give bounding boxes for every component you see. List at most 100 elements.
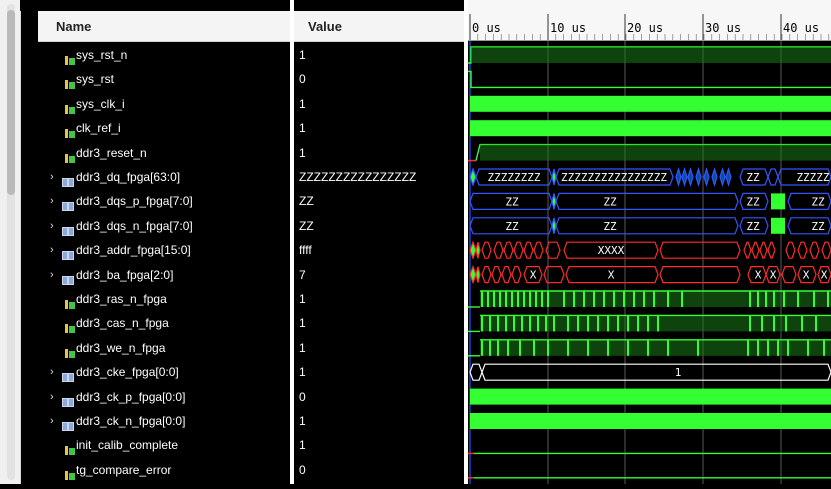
signal-name: ddr3_we_n_fpga <box>76 340 166 355</box>
bus-segment <box>469 240 477 260</box>
signal-name-row[interactable]: ddr3_ras_n_fpga <box>38 287 290 311</box>
ruler-label: 0 us <box>472 21 501 35</box>
bus-signal-icon <box>62 392 75 407</box>
bus-value-label: ZZ <box>746 220 760 233</box>
bus-value-label: X <box>608 269 615 282</box>
signal-name: ddr3_ck_p_fpga[0:0] <box>76 389 186 404</box>
expand-chevron-icon[interactable]: › <box>50 165 60 189</box>
signal-value: 1 <box>299 316 306 331</box>
value-column-header[interactable]: Value <box>294 11 464 42</box>
bus-segment <box>501 266 512 284</box>
bus-segment <box>493 241 504 259</box>
signal-name: ddr3_dqs_p_fpga[7:0] <box>76 194 193 209</box>
bus-value-label: XXXX <box>598 244 625 257</box>
bus-segment <box>481 266 492 284</box>
dqs-burst <box>771 217 785 234</box>
signal-value: 1 <box>299 414 306 428</box>
bus-value-label: X <box>803 269 810 282</box>
bus-segment <box>767 168 779 186</box>
bus-signal-icon <box>62 221 75 236</box>
signal-name-row[interactable]: sys_rst <box>38 67 290 91</box>
bus-segment <box>809 241 820 259</box>
bus-value-label: ZZ <box>746 171 760 184</box>
signal-name-row[interactable]: › ddr3_dqs_n_fpga[7:0] <box>38 214 290 238</box>
signal-name-row[interactable]: › ddr3_cke_fpga[0:0] <box>38 360 290 384</box>
signal-name-row[interactable]: tg_compare_error <box>38 458 290 482</box>
expand-chevron-icon[interactable]: › <box>50 385 60 409</box>
bus-segment <box>821 241 831 259</box>
waveform-panel[interactable]: 0 us 10 us 20 us 30 us 40 us ZZZZZZZZ ZZZZZZZZ… <box>468 0 831 484</box>
signal-value: ZZ <box>299 218 314 233</box>
bus-segment <box>767 241 776 259</box>
name-column-header[interactable]: Name <box>38 11 290 42</box>
bus-segment <box>523 241 534 259</box>
bus-segment <box>481 241 492 259</box>
ruler-label: 10 us <box>550 21 586 35</box>
signal-value: 0 <box>299 462 306 477</box>
signal-name-row[interactable]: › ddr3_ck_n_fpga[0:0] <box>38 409 290 433</box>
bus-segment <box>703 166 710 188</box>
bus-segment <box>751 241 760 259</box>
signal-name: init_calib_complete <box>76 438 179 453</box>
signal-name-row[interactable]: clk_ref_i <box>38 116 290 140</box>
signal-name-row[interactable]: › ddr3_dq_fpga[63:0] <box>38 165 290 189</box>
signal-value: 1 <box>299 96 306 111</box>
expand-chevron-icon[interactable]: › <box>50 238 60 262</box>
signal-name-row[interactable]: › ddr3_dqs_p_fpga[7:0] <box>38 189 290 213</box>
bus-value-label: ZZ <box>811 195 825 208</box>
bus-segment <box>469 167 477 187</box>
signal-name-row[interactable]: ddr3_we_n_fpga <box>38 336 290 360</box>
expand-chevron-icon[interactable]: › <box>50 263 60 287</box>
bus-segment <box>659 241 741 259</box>
bus-value-label: ZZ <box>603 220 617 233</box>
signal-name-row[interactable]: ddr3_reset_n <box>38 141 290 165</box>
bus-segment <box>475 266 481 283</box>
strobe-fill <box>480 291 831 307</box>
signal-value: 1 <box>299 292 306 306</box>
signal-value: 1 <box>299 365 306 380</box>
signal-value: 1 <box>299 121 306 136</box>
expand-chevron-icon[interactable]: › <box>50 360 60 384</box>
expand-chevron-icon[interactable]: › <box>50 214 60 238</box>
bus-segment <box>719 166 726 188</box>
expand-chevron-icon[interactable]: › <box>50 409 60 433</box>
signal-name: ddr3_ras_n_fpga <box>76 292 167 306</box>
signal-name: ddr3_reset_n <box>76 145 147 160</box>
signal-name: sys_rst_n <box>76 48 128 62</box>
bus-segment <box>687 166 694 188</box>
bus-segment <box>475 242 481 259</box>
signal-name-row[interactable]: ddr3_cas_n_fpga <box>38 311 290 335</box>
signal-name-row[interactable]: › ddr3_addr_fpga[15:0] <box>38 238 290 262</box>
bus-value-label: X <box>770 269 777 282</box>
strobe-fill <box>480 315 831 332</box>
wave-sys-rst <box>468 70 831 89</box>
bus-signal-icon <box>62 172 75 187</box>
bus-value-label: ZZ <box>811 220 825 233</box>
vertical-scrollbar-thumb[interactable] <box>7 10 15 195</box>
bus-segment <box>759 241 768 259</box>
signal-value: ZZZZZZZZZZZZZZZZ <box>299 170 417 184</box>
bus-segment <box>469 264 477 285</box>
bus-segment <box>555 217 739 235</box>
wave-ck-band <box>470 388 831 405</box>
signal-name: ddr3_ck_n_fpga[0:0] <box>76 414 186 428</box>
expand-chevron-icon[interactable]: › <box>50 189 60 213</box>
signal-name-row[interactable]: › ddr3_ba_fpga[2:0] <box>38 263 290 287</box>
bus-segment <box>491 266 502 284</box>
waveform-canvas[interactable]: 0 us 10 us 20 us 30 us 40 usZZZZZZZZ ZZZZZZZZ… <box>468 0 831 484</box>
bus-segment <box>785 241 796 259</box>
signal-name-row[interactable]: init_calib_complete <box>38 433 290 457</box>
signal-name-row[interactable]: sys_rst_n <box>38 43 290 67</box>
signal-name: ddr3_ba_fpga[2:0] <box>76 267 174 282</box>
bus-segment <box>469 363 483 381</box>
signal-value: 1 <box>299 340 306 355</box>
signal-value: 0 <box>299 72 306 87</box>
bus-segment <box>743 241 752 259</box>
bus-value-label: ZZ <box>603 195 617 208</box>
signal-value: 7 <box>299 267 306 282</box>
signal-name-row[interactable]: › ddr3_ck_p_fpga[0:0] <box>38 385 290 409</box>
signal-name-row[interactable]: sys_clk_i <box>38 92 290 116</box>
bus-segment <box>555 192 739 210</box>
bus-segment <box>711 166 718 188</box>
wave-high-fill <box>480 144 831 161</box>
